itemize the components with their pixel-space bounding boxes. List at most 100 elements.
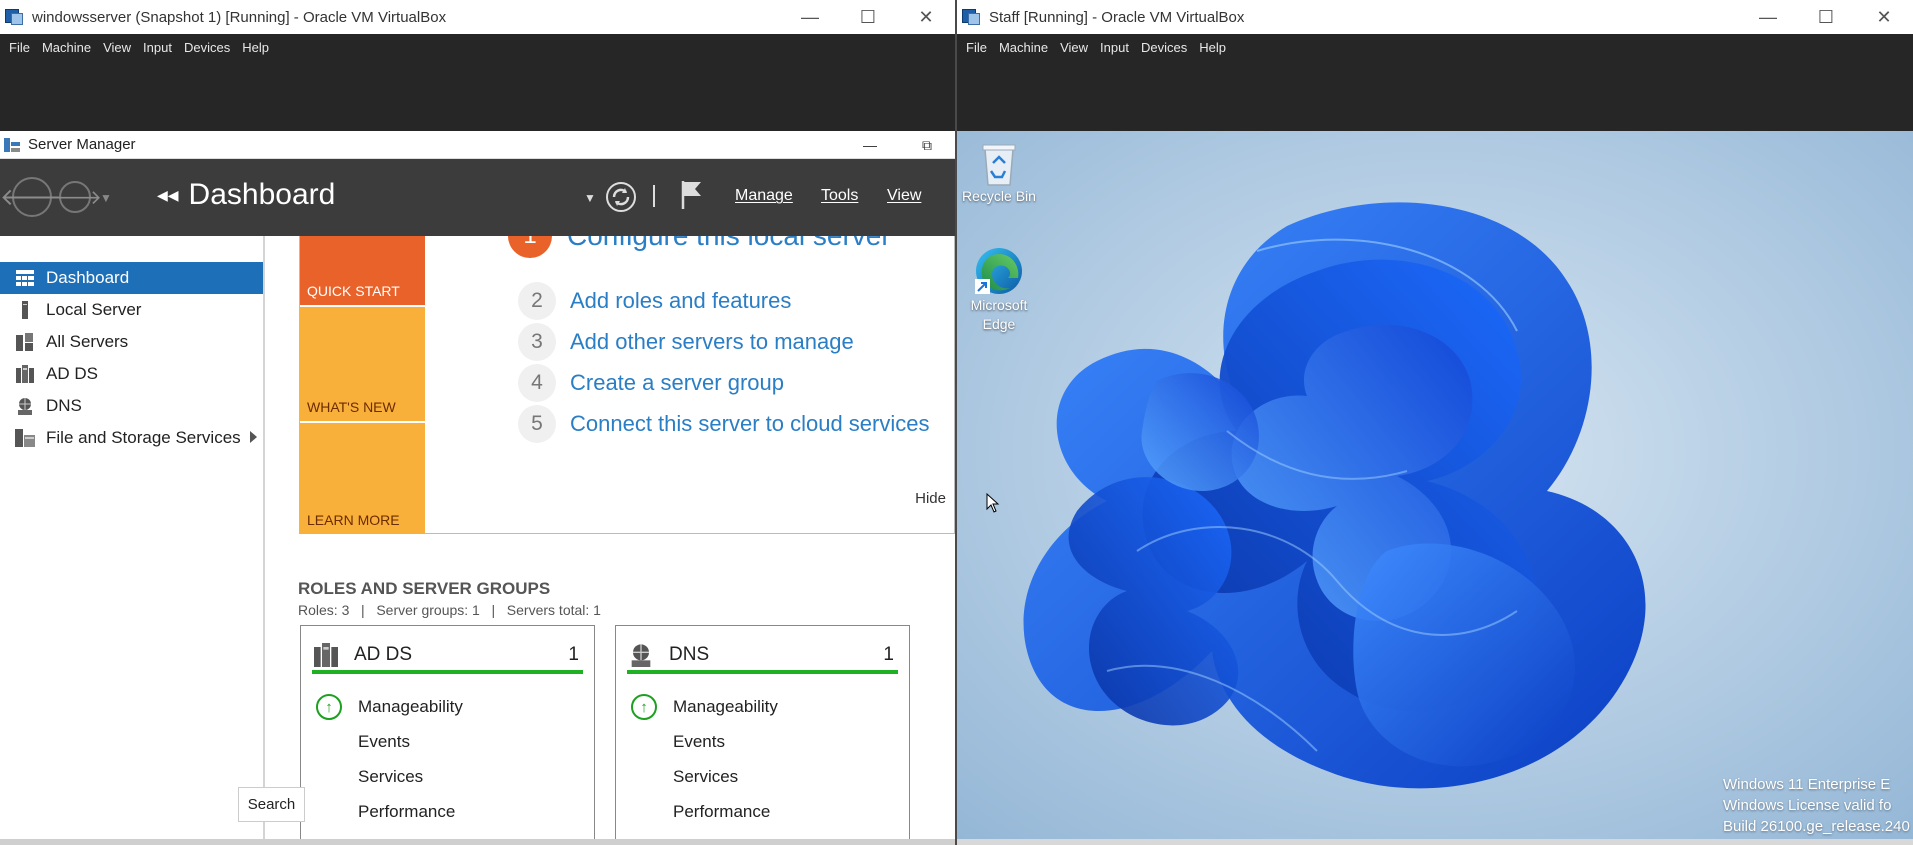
menu-view[interactable]: View	[97, 40, 137, 55]
sidebar-item-file-storage[interactable]: File and Storage Services	[0, 422, 263, 454]
menu-input[interactable]: Input	[1094, 40, 1135, 55]
forward-button[interactable]: 🡒	[48, 181, 102, 213]
menu-view[interactable]: View	[1054, 40, 1094, 55]
manageability-row[interactable]: Manageability	[673, 697, 778, 717]
window-title: Staff [Running] - Oracle VM VirtualBox	[989, 8, 1245, 26]
learn-more-tile[interactable]: LEARN MORE	[300, 423, 425, 534]
step-number: 3	[518, 323, 556, 361]
whats-new-tile[interactable]: WHAT'S NEW	[300, 307, 425, 421]
expand-arrow-icon[interactable]	[250, 431, 257, 443]
services-row[interactable]: Services	[673, 767, 738, 787]
vm-status-bar	[957, 839, 1913, 845]
server-manager-title-bar[interactable]: Server Manager — ⧉	[0, 131, 955, 159]
edge-icon	[975, 248, 1022, 294]
bloom-wallpaper	[957, 131, 1913, 845]
hide-link[interactable]: Hide	[915, 490, 946, 507]
refresh-icon[interactable]	[605, 181, 637, 213]
add-roles-link[interactable]: Add roles and features	[570, 288, 791, 314]
close-button[interactable]: ✕	[897, 0, 955, 34]
role-card-header[interactable]: DNS 1	[627, 640, 898, 674]
configure-local-server-link[interactable]: Configure this local server	[567, 236, 891, 252]
menu-devices[interactable]: Devices	[178, 40, 236, 55]
tools-menu[interactable]: Tools	[821, 187, 858, 205]
vm-status-bar	[0, 839, 955, 845]
menu-help[interactable]: Help	[1193, 40, 1232, 55]
menu-file[interactable]: File	[3, 40, 36, 55]
menu-bar: File Machine View Input Devices Help	[957, 34, 1913, 60]
manageability-row[interactable]: Manageability	[358, 697, 463, 717]
ad-ds-icon	[15, 364, 35, 384]
step-number: 1	[508, 236, 552, 258]
microsoft-edge-shortcut[interactable]: Microsoft Edge	[957, 246, 1049, 334]
page-title: ◀◀ Dashboard	[157, 178, 336, 211]
virtualbox-logo-icon	[5, 7, 25, 27]
role-card-header[interactable]: AD DS 1	[312, 640, 583, 674]
menu-machine[interactable]: Machine	[36, 40, 97, 55]
windows-desktop[interactable]: Recycle Bin Microsoft Edge Windows 11 En…	[957, 131, 1913, 845]
add-roles-step[interactable]: 2 Add roles and features	[518, 282, 791, 320]
manage-menu[interactable]: Manage	[735, 187, 793, 205]
events-row[interactable]: Events	[673, 732, 725, 752]
add-servers-step[interactable]: 3 Add other servers to manage	[518, 323, 854, 361]
menu-input[interactable]: Input	[137, 40, 178, 55]
welcome-panel: QUICK START WHAT'S NEW LEARN MORE 1 Conf…	[299, 236, 955, 534]
title-bar[interactable]: Staff [Running] - Oracle VM VirtualBox —…	[957, 0, 1913, 34]
search-tooltip: Search	[238, 787, 305, 822]
create-group-link[interactable]: Create a server group	[570, 370, 784, 396]
local-server-icon	[15, 300, 35, 320]
dns-icon	[629, 643, 653, 667]
menu-bar: File Machine View Input Devices Help	[0, 34, 955, 60]
configure-local-server-step[interactable]: 1 Configure this local server	[508, 236, 891, 258]
vm-display-top	[0, 60, 955, 131]
dns-icon	[15, 396, 35, 416]
history-dropdown-icon[interactable]: ▼	[100, 191, 112, 205]
notifications-flag-icon[interactable]	[680, 179, 704, 211]
sidebar-item-local-server[interactable]: Local Server	[0, 294, 263, 326]
minimize-button[interactable]: —	[781, 0, 839, 34]
role-card-dns[interactable]: DNS 1 ↑ Manageability Events Services Pe…	[615, 625, 910, 845]
quick-start-tile[interactable]: QUICK START	[300, 236, 425, 305]
sidebar-item-dns[interactable]: DNS	[0, 390, 263, 422]
cloud-services-link[interactable]: Connect this server to cloud services	[570, 411, 930, 437]
sm-restore-button[interactable]: ⧉	[907, 131, 947, 159]
ad-ds-icon	[314, 643, 338, 667]
dropdown-icon[interactable]: ▼	[584, 191, 596, 205]
events-row[interactable]: Events	[358, 732, 410, 752]
server-manager-title: Server Manager	[28, 136, 136, 153]
sidebar-item-all-servers[interactable]: All Servers	[0, 326, 263, 358]
create-group-step[interactable]: 4 Create a server group	[518, 364, 784, 402]
back-button[interactable]: 🡐	[0, 177, 64, 217]
sidebar-item-dashboard[interactable]: Dashboard	[0, 262, 263, 294]
add-servers-link[interactable]: Add other servers to manage	[570, 329, 854, 355]
server-manager-window: Server Manager — ⧉ 🡐 🡒 ▼ ◀◀ Dashboard ▼	[0, 131, 955, 845]
status-up-icon: ↑	[316, 694, 342, 720]
step-number: 5	[518, 405, 556, 443]
menu-help[interactable]: Help	[236, 40, 275, 55]
recycle-bin-shortcut[interactable]: Recycle Bin	[957, 141, 1049, 206]
menu-file[interactable]: File	[960, 40, 993, 55]
close-button[interactable]: ✕	[1855, 0, 1913, 34]
role-name: AD DS	[354, 644, 413, 665]
header-divider	[653, 185, 655, 207]
sm-minimize-button[interactable]: —	[850, 131, 890, 159]
cloud-services-step[interactable]: 5 Connect this server to cloud services	[518, 405, 930, 443]
sidebar-item-ad-ds[interactable]: AD DS	[0, 358, 263, 390]
performance-row[interactable]: Performance	[673, 802, 770, 822]
maximize-button[interactable]: ☐	[839, 0, 897, 34]
vm-display-top	[957, 60, 1913, 131]
role-card-ad-ds[interactable]: AD DS 1 ↑ Manageability Events Services …	[300, 625, 595, 845]
status-up-icon: ↑	[631, 694, 657, 720]
maximize-button[interactable]: ☐	[1797, 0, 1855, 34]
view-menu[interactable]: View	[887, 187, 921, 205]
breadcrumb-chevron-icon: ◀◀	[157, 186, 179, 203]
roles-section-title: ROLES AND SERVER GROUPS	[298, 579, 551, 598]
menu-devices[interactable]: Devices	[1135, 40, 1193, 55]
step-number: 4	[518, 364, 556, 402]
services-row[interactable]: Services	[358, 767, 423, 787]
role-count: 1	[883, 644, 894, 665]
menu-machine[interactable]: Machine	[993, 40, 1054, 55]
performance-row[interactable]: Performance	[358, 802, 455, 822]
step-number: 2	[518, 282, 556, 320]
title-bar[interactable]: windowsserver (Snapshot 1) [Running] - O…	[0, 0, 955, 34]
minimize-button[interactable]: —	[1739, 0, 1797, 34]
